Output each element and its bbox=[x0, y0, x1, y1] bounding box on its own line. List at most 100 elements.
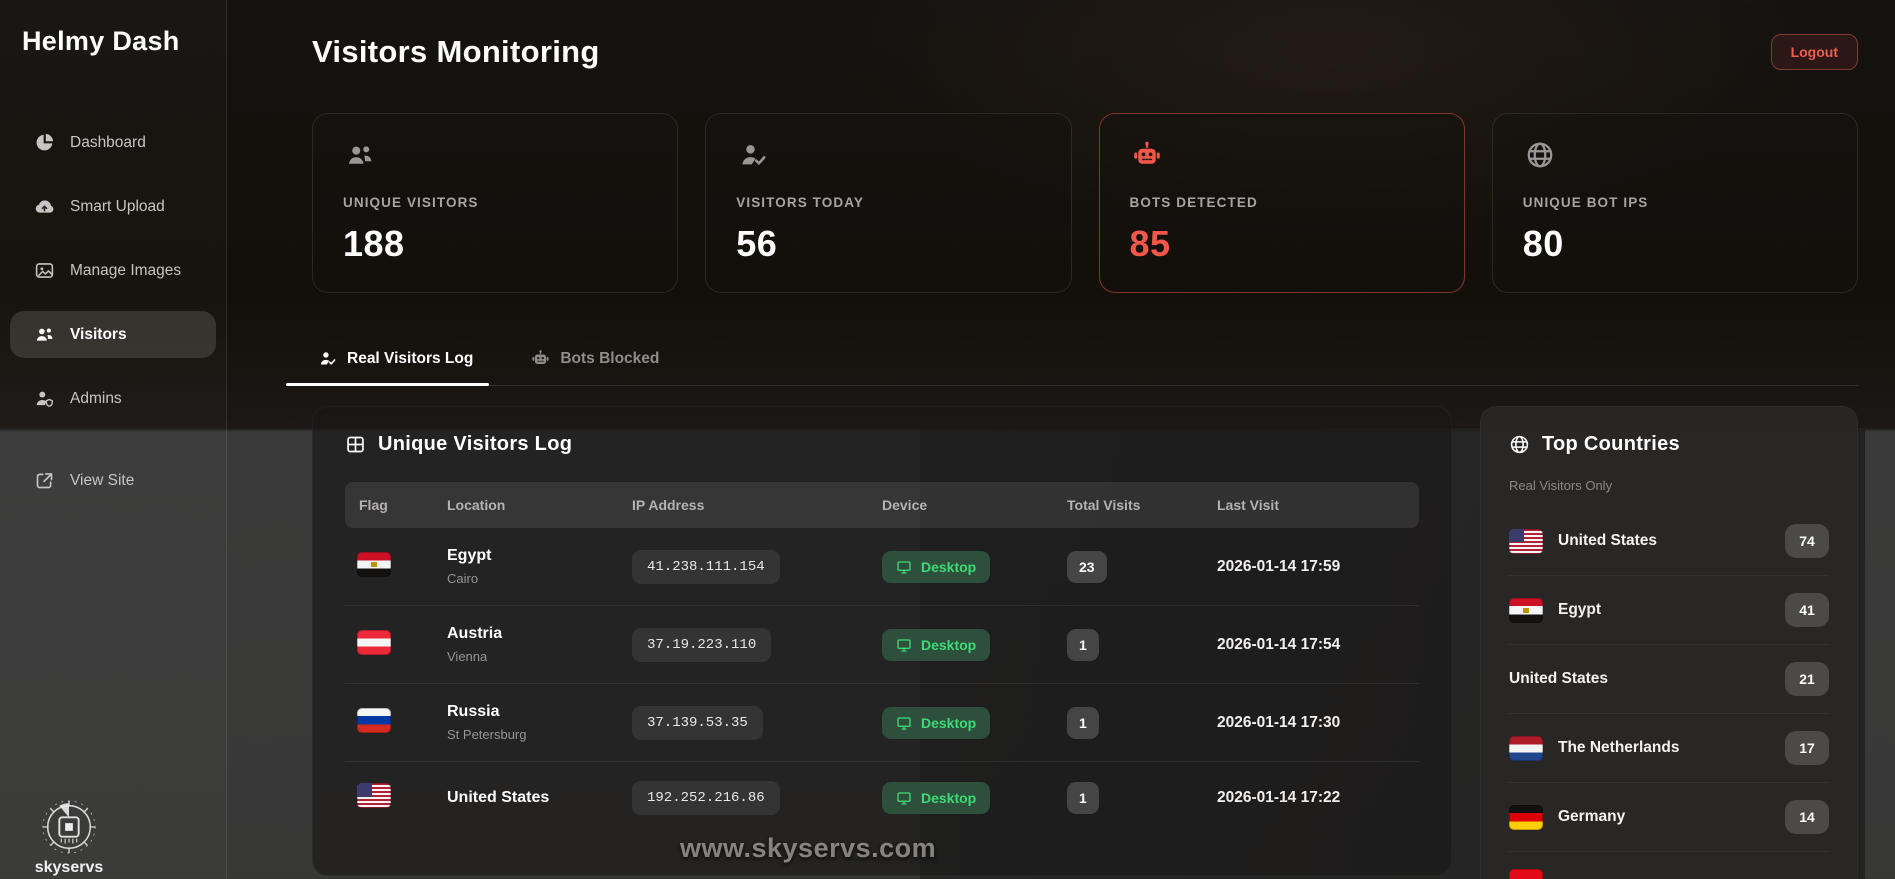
last-visit-time: 2026-01-14 17:54 bbox=[1217, 636, 1340, 653]
monitor-icon bbox=[896, 715, 912, 731]
user-check-icon bbox=[318, 349, 337, 368]
device-label: Desktop bbox=[921, 637, 976, 653]
table-header-row: Flag Location IP Address Device Total Vi… bbox=[345, 482, 1419, 528]
list-item: United States 74 bbox=[1509, 507, 1829, 576]
top-countries-panel: Top Countries Real Visitors Only United … bbox=[1480, 406, 1858, 879]
ip-address: 37.139.53.35 bbox=[632, 706, 763, 740]
sidebar-item-smart-upload[interactable]: Smart Upload bbox=[10, 183, 216, 230]
ip-address: 37.19.223.110 bbox=[632, 628, 771, 662]
users-icon bbox=[343, 140, 377, 170]
total-visits-badge: 1 bbox=[1067, 782, 1099, 814]
stat-label: UNIQUE BOT IPS bbox=[1523, 195, 1827, 210]
egypt-flag-icon bbox=[1509, 598, 1543, 623]
logo-text: skyservs bbox=[14, 859, 124, 877]
us-flag-icon bbox=[357, 783, 391, 808]
monitor-icon bbox=[896, 637, 912, 653]
country-count-badge: 17 bbox=[1785, 731, 1829, 765]
visitor-city: St Petersburg bbox=[447, 727, 608, 742]
country-count-badge: 74 bbox=[1785, 524, 1829, 558]
sidebar-item-admins[interactable]: Admins bbox=[10, 375, 216, 422]
country-count-badge: 14 bbox=[1785, 800, 1829, 834]
stat-card-unique-bot-ips: UNIQUE BOT IPS 80 bbox=[1492, 113, 1858, 293]
pie-chart-icon bbox=[34, 132, 55, 153]
stat-label: UNIQUE VISITORS bbox=[343, 195, 647, 210]
device-label: Desktop bbox=[921, 790, 976, 806]
country-count-badge: 21 bbox=[1785, 662, 1829, 696]
unique-visitors-log-panel: Unique Visitors Log Flag Location IP Add… bbox=[312, 406, 1452, 876]
visitor-country: Egypt bbox=[447, 547, 608, 565]
table-row: Austria Vienna 37.19.223.110 Desktop 1 2… bbox=[345, 606, 1419, 684]
country-name: Egypt bbox=[1558, 601, 1785, 619]
country-name: Germany bbox=[1558, 808, 1785, 826]
tab-label: Real Visitors Log bbox=[347, 350, 473, 368]
country-name: United States bbox=[1558, 532, 1785, 550]
tab-bots-blocked[interactable]: Bots Blocked bbox=[525, 345, 665, 385]
panel-subtitle: Real Visitors Only bbox=[1509, 478, 1829, 493]
last-visit-time: 2026-01-14 17:59 bbox=[1217, 558, 1340, 575]
list-item bbox=[1509, 852, 1829, 879]
visitor-country: Austria bbox=[447, 625, 608, 643]
device-badge: Desktop bbox=[882, 551, 990, 583]
stat-value: 85 bbox=[1130, 223, 1434, 265]
page-title: Visitors Monitoring bbox=[312, 34, 600, 70]
globe-icon bbox=[1509, 434, 1530, 455]
device-label: Desktop bbox=[921, 715, 976, 731]
site-watermark: www.skyservs.com bbox=[680, 833, 936, 864]
us-flag-icon bbox=[1509, 529, 1543, 554]
country-list: United States 74 Egypt 41 United States … bbox=[1509, 507, 1829, 879]
table-row: United States 192.252.216.86 Desktop 1 2… bbox=[345, 762, 1419, 835]
sidebar-item-label: Manage Images bbox=[70, 262, 181, 280]
sidebar-item-dashboard[interactable]: Dashboard bbox=[10, 119, 216, 166]
column-header-location: Location bbox=[435, 482, 620, 528]
table-row: Russia St Petersburg 37.139.53.35 Deskto… bbox=[345, 684, 1419, 762]
logout-button[interactable]: Logout bbox=[1771, 34, 1858, 70]
stat-cards: UNIQUE VISITORS 188 VISITORS TODAY 56 BO… bbox=[312, 113, 1858, 293]
tab-label: Bots Blocked bbox=[560, 350, 659, 368]
total-visits-badge: 1 bbox=[1067, 629, 1099, 661]
tab-bar: Real Visitors Log Bots Blocked bbox=[312, 345, 1858, 386]
list-item: Egypt 41 bbox=[1509, 576, 1829, 645]
sidebar-item-manage-images[interactable]: Manage Images bbox=[10, 247, 216, 294]
tab-real-visitors-log[interactable]: Real Visitors Log bbox=[312, 345, 479, 385]
list-item: United States 21 bbox=[1509, 645, 1829, 714]
column-header-total-visits: Total Visits bbox=[1055, 482, 1205, 528]
country-name: The Netherlands bbox=[1558, 739, 1785, 757]
column-header-flag: Flag bbox=[345, 482, 435, 528]
column-header-last-visit: Last Visit bbox=[1205, 482, 1419, 528]
last-visit-time: 2026-01-14 17:22 bbox=[1217, 789, 1340, 806]
sidebar-item-label: Visitors bbox=[70, 326, 127, 344]
users-icon bbox=[34, 324, 55, 345]
stat-value: 56 bbox=[736, 223, 1040, 265]
device-badge: Desktop bbox=[882, 707, 990, 739]
user-shield-icon bbox=[34, 388, 55, 409]
partial-flag-icon bbox=[1509, 869, 1543, 879]
stat-card-bots-detected: BOTS DETECTED 85 bbox=[1099, 113, 1465, 293]
visitor-country: United States bbox=[447, 789, 608, 807]
ip-address: 192.252.216.86 bbox=[632, 781, 780, 815]
table-row: Egypt Cairo 41.238.111.154 Desktop 23 20… bbox=[345, 528, 1419, 606]
brand-logo: skyservs bbox=[14, 796, 124, 877]
egypt-flag-icon bbox=[357, 552, 391, 577]
ip-address: 41.238.111.154 bbox=[632, 550, 780, 584]
user-check-icon bbox=[736, 140, 770, 170]
device-label: Desktop bbox=[921, 559, 976, 575]
device-badge: Desktop bbox=[882, 782, 990, 814]
monitor-icon bbox=[896, 559, 912, 575]
visitor-city: Vienna bbox=[447, 649, 608, 664]
country-name: United States bbox=[1509, 670, 1785, 688]
sidebar-item-visitors[interactable]: Visitors bbox=[10, 311, 216, 358]
total-visits-badge: 1 bbox=[1067, 707, 1099, 739]
monitor-icon bbox=[896, 790, 912, 806]
panel-title: Top Countries bbox=[1542, 433, 1680, 456]
stat-value: 80 bbox=[1523, 223, 1827, 265]
globe-icon bbox=[1523, 140, 1557, 170]
sidebar-item-view-site[interactable]: View Site bbox=[10, 457, 216, 504]
sidebar-item-label: View Site bbox=[70, 472, 134, 490]
list-item: The Netherlands 17 bbox=[1509, 714, 1829, 783]
sidebar-item-label: Dashboard bbox=[70, 134, 146, 152]
country-count-badge: 41 bbox=[1785, 593, 1829, 627]
main-content: Visitors Monitoring Logout UNIQUE VISITO… bbox=[227, 0, 1895, 879]
stat-card-unique-visitors: UNIQUE VISITORS 188 bbox=[312, 113, 678, 293]
visitor-city: Cairo bbox=[447, 571, 608, 586]
visitors-table: Flag Location IP Address Device Total Vi… bbox=[345, 482, 1419, 834]
